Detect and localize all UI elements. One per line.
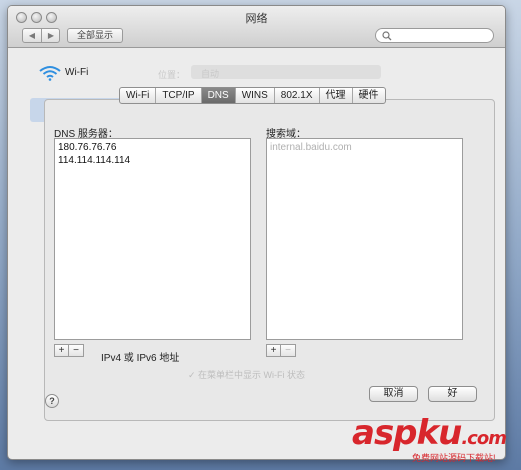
location-label: 位置： <box>158 70 186 80</box>
list-item[interactable]: internal.baidu.com <box>267 141 462 154</box>
settings-tabs: Wi-Fi TCP/IP DNS WINS 802.1X 代理 硬件 <box>119 87 386 104</box>
list-item[interactable]: 180.76.76.76 <box>55 141 250 154</box>
list-item[interactable]: 114.114.114.114 <box>55 154 250 167</box>
dns-servers-list[interactable]: 180.76.76.76 114.114.114.114 <box>54 138 251 340</box>
ok-button[interactable]: 好 <box>428 386 477 402</box>
title-bar: 网络 ◀ ▶ 全部显示 <box>8 6 505 48</box>
tab-tcpip[interactable]: TCP/IP <box>155 88 200 103</box>
search-field[interactable] <box>375 28 494 43</box>
show-all-button[interactable]: 全部显示 <box>67 28 123 43</box>
tab-8021x[interactable]: 802.1X <box>273 88 319 103</box>
tab-wifi[interactable]: Wi-Fi <box>120 88 155 103</box>
tab-hardware[interactable]: 硬件 <box>351 88 385 103</box>
tab-proxies[interactable]: 代理 <box>318 88 352 103</box>
show-status-checkbox: ✓ 在菜单栏中显示 Wi-Fi 状态 <box>188 370 306 380</box>
address-format-note: IPv4 或 IPv6 地址 <box>101 353 180 364</box>
window-title: 网络 <box>245 13 268 25</box>
remove-search-domain-button[interactable]: − <box>281 344 296 357</box>
watermark-logo: aspku.com <box>352 413 507 453</box>
cancel-button[interactable]: 取消 <box>369 386 418 402</box>
search-domains-list[interactable]: internal.baidu.com <box>266 138 463 340</box>
location-value: 自动 <box>201 69 220 79</box>
search-domains-add-remove: + − <box>266 344 296 357</box>
add-search-domain-button[interactable]: + <box>266 344 281 357</box>
tab-wins[interactable]: WINS <box>234 88 274 103</box>
service-name: Wi-Fi <box>65 67 89 78</box>
back-forward-control: ◀ ▶ <box>22 28 60 43</box>
tab-dns[interactable]: DNS <box>200 88 235 103</box>
help-button[interactable]: ? <box>45 394 59 408</box>
search-icon <box>382 31 392 41</box>
remove-dns-server-button[interactable]: − <box>69 344 84 357</box>
watermark-tagline: 免费网站源码下载站! <box>412 453 496 463</box>
forward-button[interactable]: ▶ <box>41 29 60 42</box>
wifi-icon <box>39 66 61 81</box>
add-dns-server-button[interactable]: + <box>54 344 69 357</box>
network-preferences-window: 网络 ◀ ▶ 全部显示 位置： 自动 Wi-Fi Wi-Fi TCP/IP DN… <box>7 5 506 460</box>
location-popup <box>191 65 381 79</box>
back-button[interactable]: ◀ <box>23 29 41 42</box>
dns-add-remove: + − <box>54 344 84 357</box>
